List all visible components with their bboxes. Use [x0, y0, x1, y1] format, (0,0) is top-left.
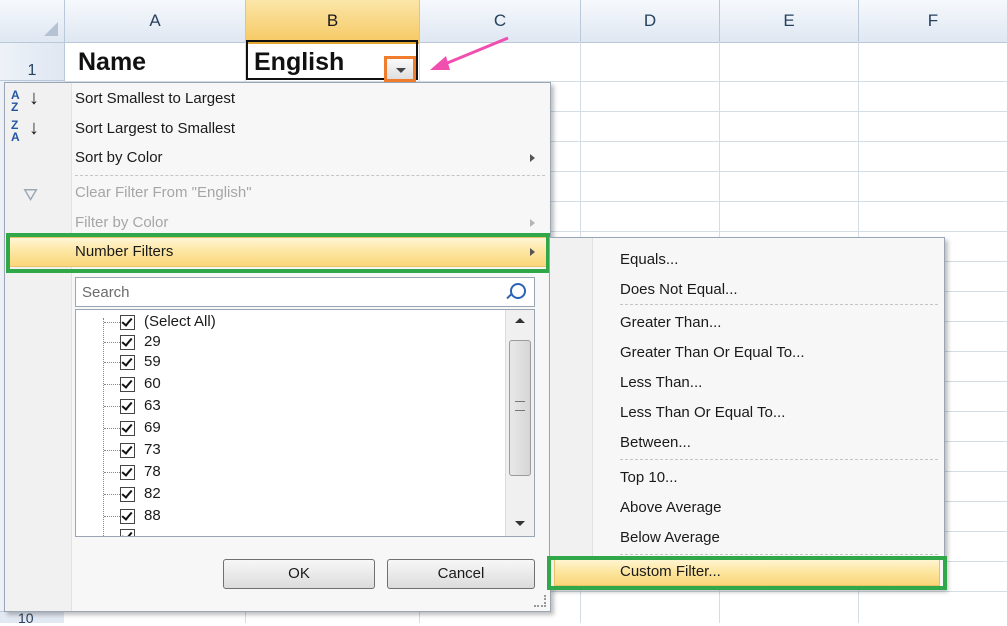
- resize-grip-icon[interactable]: [534, 595, 546, 607]
- menu-item-sort-by-color[interactable]: Sort by Color: [75, 144, 545, 172]
- cell-a1[interactable]: Name: [78, 48, 146, 77]
- checkbox[interactable]: [120, 487, 135, 502]
- column-header-b[interactable]: B: [246, 0, 420, 44]
- checkbox[interactable]: [120, 509, 135, 524]
- column-header-d[interactable]: D: [581, 0, 720, 42]
- filter-dropdown-button[interactable]: [384, 56, 416, 82]
- checkbox[interactable]: [120, 529, 135, 536]
- tree-line: [104, 494, 120, 495]
- search-placeholder: Search: [82, 284, 130, 301]
- search-icon[interactable]: [510, 283, 526, 299]
- submenu-item-less-than[interactable]: Less Than...: [620, 369, 702, 397]
- filter-by-color-label: Filter by Color: [75, 214, 169, 231]
- list-item-label: 29: [144, 333, 161, 350]
- sort-az-icon: AZ: [11, 88, 20, 114]
- number-filters-submenu: Equals... Does Not Equal... Greater Than…: [549, 237, 945, 589]
- search-input[interactable]: Search: [75, 277, 535, 307]
- tree-line: [104, 516, 120, 517]
- annotation-box-number-filters: [6, 233, 550, 273]
- sort-by-color-label: Sort by Color: [75, 149, 163, 166]
- autofilter-menu: AZ ZA ↓ ↓ ⛛ Sort Smallest to Largest Sor…: [4, 82, 551, 612]
- sort-arrow-icon: ↓: [29, 117, 39, 139]
- submenu-item-below-average[interactable]: Below Average: [620, 524, 720, 552]
- submenu-item-above-average[interactable]: Above Average: [620, 494, 721, 522]
- list-scrollbar[interactable]: [505, 310, 534, 536]
- tree-line: [104, 362, 120, 363]
- menu-item-sort-descending[interactable]: Sort Largest to Smallest: [75, 115, 235, 143]
- tree-line: [104, 450, 120, 451]
- row-header-1[interactable]: 1: [0, 43, 65, 81]
- grip-icon: [515, 401, 525, 411]
- submenu-item-greater-than[interactable]: Greater Than...: [620, 309, 721, 337]
- checkbox[interactable]: [120, 443, 135, 458]
- cell-b1[interactable]: English: [254, 48, 344, 77]
- checkbox[interactable]: [120, 335, 135, 350]
- checkbox[interactable]: [120, 465, 135, 480]
- column-header-a[interactable]: A: [65, 0, 246, 42]
- sort-arrow-icon: ↓: [29, 87, 39, 109]
- list-item-label: 69: [144, 419, 161, 436]
- column-header-e[interactable]: E: [720, 0, 859, 42]
- annotation-box-custom-filter: [547, 556, 947, 590]
- checkbox[interactable]: [120, 399, 135, 414]
- annotation-arrow-icon: [430, 36, 509, 70]
- sort-za-icon: ZA: [11, 118, 20, 144]
- list-item-label: 82: [144, 485, 161, 502]
- submenu-item-greater-than-or-equal[interactable]: Greater Than Or Equal To...: [620, 339, 805, 367]
- tree-line: [104, 322, 120, 323]
- scroll-thumb[interactable]: [509, 340, 531, 476]
- row-header-10[interactable]: 10: [0, 610, 64, 626]
- list-item-label: 73: [144, 441, 161, 458]
- tree-line: [104, 406, 120, 407]
- list-item-label: 78: [144, 463, 161, 480]
- submenu-arrow-icon: [530, 154, 535, 162]
- checkbox[interactable]: [120, 355, 135, 370]
- cancel-button[interactable]: Cancel: [387, 559, 535, 589]
- menu-item-sort-ascending[interactable]: Sort Smallest to Largest: [75, 85, 235, 113]
- tree-line: [104, 472, 120, 473]
- column-header-f[interactable]: F: [859, 0, 1007, 42]
- menu-item-clear-filter[interactable]: Clear Filter From "English": [75, 179, 252, 207]
- submenu-item-between[interactable]: Between...: [620, 429, 691, 457]
- menu-separator: [75, 175, 545, 176]
- ok-button[interactable]: OK: [223, 559, 375, 589]
- select-all-corner[interactable]: [0, 0, 65, 42]
- list-item-label: 60: [144, 375, 161, 392]
- list-item-label: 88: [144, 507, 161, 524]
- menu-separator: [620, 459, 938, 460]
- submenu-arrow-icon: [530, 219, 535, 227]
- menu-separator: [620, 554, 938, 555]
- clear-filter-icon: ⛛: [23, 185, 39, 205]
- value-list[interactable]: (Select All) 29 59 60 63 69 73 78 82 88: [75, 309, 535, 537]
- tree-line: [104, 342, 120, 343]
- scroll-down-icon[interactable]: [515, 521, 525, 526]
- scroll-up-icon[interactable]: [515, 318, 525, 323]
- menu-icon-gutter: [550, 238, 593, 588]
- submenu-item-top-10[interactable]: Top 10...: [620, 464, 678, 492]
- list-item-label: 63: [144, 397, 161, 414]
- tree-line: [104, 384, 120, 385]
- submenu-item-less-than-or-equal[interactable]: Less Than Or Equal To...: [620, 399, 785, 427]
- submenu-item-equals[interactable]: Equals...: [620, 246, 678, 274]
- checkbox[interactable]: [120, 421, 135, 436]
- list-item-label: (Select All): [144, 313, 216, 330]
- checkbox[interactable]: [120, 315, 135, 330]
- menu-separator: [620, 304, 938, 305]
- submenu-item-does-not-equal[interactable]: Does Not Equal...: [620, 276, 738, 304]
- tree-line: [104, 428, 120, 429]
- list-item-label: 59: [144, 353, 161, 370]
- menu-icon-gutter: [5, 83, 72, 611]
- checkbox[interactable]: [120, 377, 135, 392]
